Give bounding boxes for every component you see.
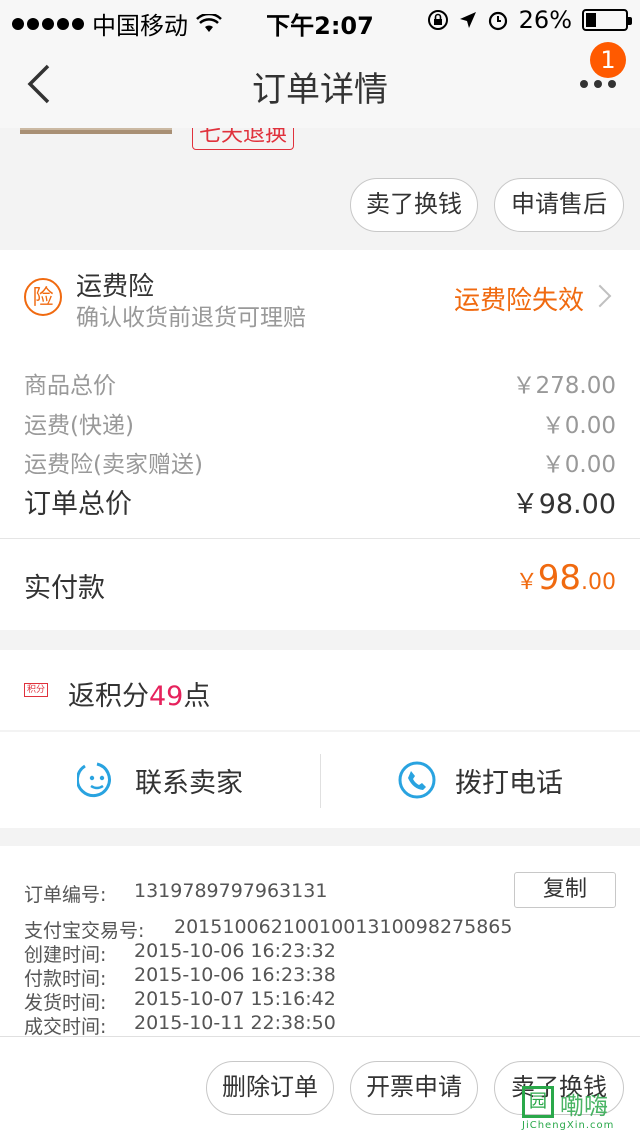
product-thumbnail[interactable] xyxy=(20,128,172,134)
contact-section: 联系卖家 拨打电话 xyxy=(0,732,640,828)
goods-price-label: 商品总价 xyxy=(24,373,116,399)
goods-price-row: 商品总价 ￥278.00 xyxy=(24,366,616,400)
call-phone-label: 拨打电话 xyxy=(455,767,563,799)
contact-seller-label: 联系卖家 xyxy=(135,767,243,799)
shipped-time-value: 2015-10-07 15:16:42 xyxy=(134,988,336,1010)
paid-integer: 98 xyxy=(537,558,581,598)
order-total-label: 订单总价 xyxy=(24,489,132,520)
insurance-icon: 险 xyxy=(24,278,62,316)
order-number-label: 订单编号: xyxy=(24,884,107,906)
chat-face-icon xyxy=(77,762,111,798)
phone-icon xyxy=(398,761,436,799)
shipping-row: 运费(快递) ￥0.00 xyxy=(24,406,616,440)
order-total-row: 订单总价 ￥98.00 xyxy=(24,482,616,521)
alipay-trade-label: 支付宝交易号: xyxy=(24,920,145,942)
location-icon xyxy=(459,12,476,28)
sell-for-cash-button[interactable]: 卖了换钱 xyxy=(350,178,478,232)
battery-icon xyxy=(582,9,632,31)
copy-button[interactable]: 复制 xyxy=(514,872,616,908)
completed-time-row: 成交时间: 2015-10-11 22:38:50 xyxy=(24,1012,336,1039)
watermark: 园 嘞嗨 JiChengXin.com xyxy=(522,1086,632,1131)
rotation-lock-icon xyxy=(427,10,448,30)
paid-currency: ￥ xyxy=(515,570,538,595)
product-section: 七天退换 卖了换钱 申请售后 xyxy=(0,128,640,248)
contact-seller-button[interactable]: 联系卖家 xyxy=(0,732,320,828)
paid-time-row: 付款时间: 2015-10-06 16:23:38 xyxy=(24,964,336,991)
paid-time-value: 2015-10-06 16:23:38 xyxy=(134,964,336,986)
watermark-logo: 园 xyxy=(522,1086,554,1118)
notification-badge: 1 xyxy=(590,42,626,78)
points-text: 返积分49点 xyxy=(68,674,210,713)
watermark-text: 嘞嗨 xyxy=(560,1092,608,1120)
page-title: 订单详情 xyxy=(252,70,388,110)
order-info-section: 复制 订单编号: 1319789797963131 支付宝交易号: 201510… xyxy=(0,846,640,1039)
paid-time-label: 付款时间: xyxy=(24,968,107,990)
invoice-request-button[interactable]: 开票申请 xyxy=(350,1061,478,1115)
points-suffix: 点 xyxy=(183,681,211,712)
delete-order-button[interactable]: 删除订单 xyxy=(206,1061,334,1115)
alarm-icon xyxy=(488,11,507,31)
insurance-status-link[interactable]: 运费险失效 xyxy=(454,280,584,317)
insurance-fee-value: ￥0.00 xyxy=(541,452,616,478)
shipping-label: 运费(快递) xyxy=(24,413,134,439)
alipay-trade-value: 2015100621001001310098275865 xyxy=(174,916,513,938)
points-section: 积分 返积分49点 xyxy=(0,650,640,730)
battery-percent: 26% xyxy=(518,6,572,34)
created-time-value: 2015-10-06 16:23:32 xyxy=(134,940,336,962)
points-prefix: 返积分 xyxy=(68,681,149,712)
call-phone-button[interactable]: 拨打电话 xyxy=(320,732,640,828)
chevron-right-icon xyxy=(588,284,612,308)
shipping-value: ￥0.00 xyxy=(541,413,616,439)
insurance-subtitle: 确认收货前退货可理赔 xyxy=(76,305,306,331)
status-bar: 中国移动 下午2:07 26% xyxy=(0,0,640,40)
insurance-fee-label: 运费险(卖家赠送) xyxy=(24,452,203,478)
insurance-fee-row: 运费险(卖家赠送) ￥0.00 xyxy=(24,445,616,479)
shipped-time-label: 发货时间: xyxy=(24,992,107,1014)
shipped-time-row: 发货时间: 2015-10-07 15:16:42 xyxy=(24,988,336,1015)
watermark-domain: JiChengXin.com xyxy=(522,1120,615,1131)
divider xyxy=(0,538,640,539)
order-number-value: 1319789797963131 xyxy=(134,880,328,902)
created-time-row: 创建时间: 2015-10-06 16:23:32 xyxy=(24,940,336,967)
nav-bar: 订单详情 1 xyxy=(0,40,640,128)
points-number: 49 xyxy=(149,681,184,712)
points-icon: 积分 xyxy=(24,683,48,697)
paid-amount: ￥98.00 xyxy=(516,558,616,598)
paid-label: 实付款 xyxy=(24,573,105,604)
more-icon[interactable] xyxy=(580,80,616,88)
alipay-trade-row: 支付宝交易号: 2015100621001001310098275865 xyxy=(24,916,512,943)
price-section: 险 运费险 确认收货前退货可理赔 运费险失效 商品总价 ￥278.00 运费(快… xyxy=(0,250,640,630)
after-sale-button[interactable]: 申请售后 xyxy=(494,178,624,232)
return-policy-tag: 七天退换 xyxy=(192,128,295,150)
created-time-label: 创建时间: xyxy=(24,944,107,966)
completed-time-value: 2015-10-11 22:38:50 xyxy=(134,1012,336,1034)
order-number-row: 订单编号: 1319789797963131 xyxy=(24,880,327,907)
order-total-value: ￥98.00 xyxy=(511,489,616,520)
completed-time-label: 成交时间: xyxy=(24,1016,107,1038)
goods-price-value: ￥278.00 xyxy=(512,373,616,399)
paid-decimal: .00 xyxy=(581,570,616,595)
